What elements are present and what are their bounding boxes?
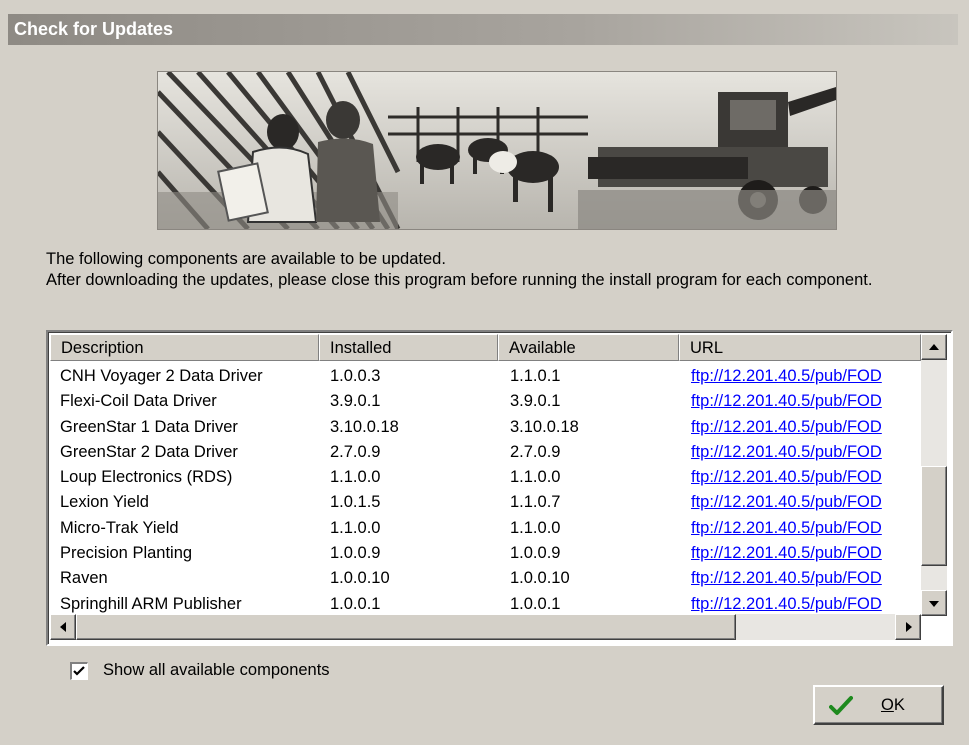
components-list[interactable]: Description Installed Available URL CNH …	[46, 330, 953, 646]
arrow-down-icon	[929, 601, 939, 607]
row-url-link[interactable]: ftp://12.201.40.5/pub/FOD	[691, 415, 920, 440]
row-available: 1.0.0.9	[510, 544, 561, 563]
row-available: 2.7.0.9	[510, 442, 561, 461]
row-description: Flexi-Coil Data Driver	[60, 392, 217, 411]
info-text: The following components are available t…	[46, 249, 926, 291]
row-installed: 1.0.0.1	[330, 594, 381, 613]
info-line-1: The following components are available t…	[46, 250, 446, 268]
scroll-left-button[interactable]	[50, 614, 76, 640]
arrow-up-icon	[929, 344, 939, 350]
list-row[interactable]: GreenStar 1 Data Driver 3.10.0.18 3.10.0…	[50, 415, 920, 440]
list-row[interactable]: Flexi-Coil Data Driver 3.9.0.1 3.9.0.1 f…	[50, 389, 920, 414]
row-installed: 1.1.0.0	[330, 518, 381, 537]
row-description: Raven	[60, 569, 108, 588]
row-url-link[interactable]: ftp://12.201.40.5/pub/FOD	[691, 364, 920, 389]
row-description: GreenStar 1 Data Driver	[60, 417, 238, 436]
list-row[interactable]: CNH Voyager 2 Data Driver 1.0.0.3 1.1.0.…	[50, 364, 920, 389]
row-url-link[interactable]: ftp://12.201.40.5/pub/FOD	[691, 490, 920, 515]
row-description: CNH Voyager 2 Data Driver	[60, 367, 263, 385]
row-url-link[interactable]: ftp://12.201.40.5/pub/FOD	[691, 592, 920, 614]
list-header: Description Installed Available URL	[50, 334, 921, 363]
row-description: GreenStar 2 Data Driver	[60, 442, 238, 461]
row-installed: 3.9.0.1	[330, 392, 381, 411]
scroll-down-button[interactable]	[921, 590, 947, 616]
row-installed: 2.7.0.9	[330, 442, 381, 461]
row-url-link[interactable]: ftp://12.201.40.5/pub/FOD	[691, 541, 920, 566]
row-available: 3.10.0.18	[510, 417, 579, 436]
arrow-left-icon	[60, 622, 66, 632]
row-url-link[interactable]: ftp://12.201.40.5/pub/FOD	[691, 440, 920, 465]
row-installed: 1.0.1.5	[330, 493, 381, 512]
row-installed: 1.0.0.9	[330, 544, 381, 563]
row-description: Micro-Trak Yield	[60, 518, 179, 537]
row-url-link[interactable]: ftp://12.201.40.5/pub/FOD	[691, 516, 920, 541]
horizontal-scroll-thumb[interactable]	[76, 614, 736, 640]
row-available: 1.1.0.0	[510, 468, 561, 487]
list-row[interactable]: GreenStar 2 Data Driver 2.7.0.9 2.7.0.9 …	[50, 440, 920, 465]
show-all-checkbox[interactable]	[70, 662, 88, 680]
row-installed: 3.10.0.18	[330, 417, 399, 436]
row-available: 3.9.0.1	[510, 392, 561, 411]
column-header-installed[interactable]: Installed	[319, 334, 498, 361]
window-title: Check for Updates	[14, 19, 174, 39]
checkmark-icon	[73, 666, 85, 676]
check-for-updates-dialog: Check for Updates The following componen…	[0, 0, 969, 745]
ok-accelerator: O	[881, 696, 894, 714]
list-row[interactable]: Lexion Yield 1.0.1.5 1.1.0.7 ftp://12.20…	[50, 490, 920, 515]
scroll-up-button[interactable]	[921, 334, 947, 360]
row-installed: 1.0.0.10	[330, 569, 390, 588]
row-url-link[interactable]: ftp://12.201.40.5/pub/FOD	[691, 389, 920, 414]
list-row[interactable]: Springhill ARM Publisher 1.0.0.1 1.0.0.1…	[50, 592, 920, 614]
row-available: 1.1.0.0	[510, 518, 561, 537]
column-header-available[interactable]: Available	[498, 334, 679, 361]
ok-button-label: OK	[881, 696, 905, 715]
row-installed: 1.0.0.3	[330, 367, 381, 385]
info-line-2: After downloading the updates, please cl…	[46, 271, 873, 289]
horizontal-scrollbar[interactable]	[50, 614, 921, 640]
row-available: 1.1.0.7	[510, 493, 561, 512]
row-installed: 1.1.0.0	[330, 468, 381, 487]
row-description: Lexion Yield	[60, 493, 149, 512]
row-url-link[interactable]: ftp://12.201.40.5/pub/FOD	[691, 465, 920, 490]
row-available: 1.1.0.1	[510, 367, 561, 385]
list-rows: CNH Voyager 2 Data Driver 1.0.0.3 1.1.0.…	[50, 364, 920, 614]
ok-button[interactable]: OK	[813, 685, 944, 725]
title-bar[interactable]: Check for Updates	[8, 14, 958, 45]
green-check-icon	[829, 696, 853, 715]
scroll-right-button[interactable]	[895, 614, 921, 640]
row-available: 1.0.0.1	[510, 594, 561, 613]
row-url-link[interactable]: ftp://12.201.40.5/pub/FOD	[691, 566, 920, 591]
list-row[interactable]: Loup Electronics (RDS) 1.1.0.0 1.1.0.0 f…	[50, 465, 920, 490]
vertical-scroll-thumb[interactable]	[921, 466, 947, 566]
list-row[interactable]: Micro-Trak Yield 1.1.0.0 1.1.0.0 ftp://1…	[50, 516, 920, 541]
column-header-url[interactable]: URL	[679, 334, 921, 361]
arrow-right-icon	[906, 622, 912, 632]
ok-label-rest: K	[893, 696, 905, 714]
list-row[interactable]: Raven 1.0.0.10 1.0.0.10 ftp://12.201.40.…	[50, 566, 920, 591]
row-description: Precision Planting	[60, 544, 193, 563]
list-row[interactable]: Precision Planting 1.0.0.9 1.0.0.9 ftp:/…	[50, 541, 920, 566]
row-description: Loup Electronics (RDS)	[60, 468, 233, 487]
row-description: Springhill ARM Publisher	[60, 594, 242, 613]
banner-image	[157, 71, 837, 230]
show-all-label[interactable]: Show all available components	[103, 661, 330, 680]
vertical-scrollbar[interactable]	[921, 334, 947, 616]
row-available: 1.0.0.10	[510, 569, 570, 588]
column-header-description[interactable]: Description	[50, 334, 319, 361]
